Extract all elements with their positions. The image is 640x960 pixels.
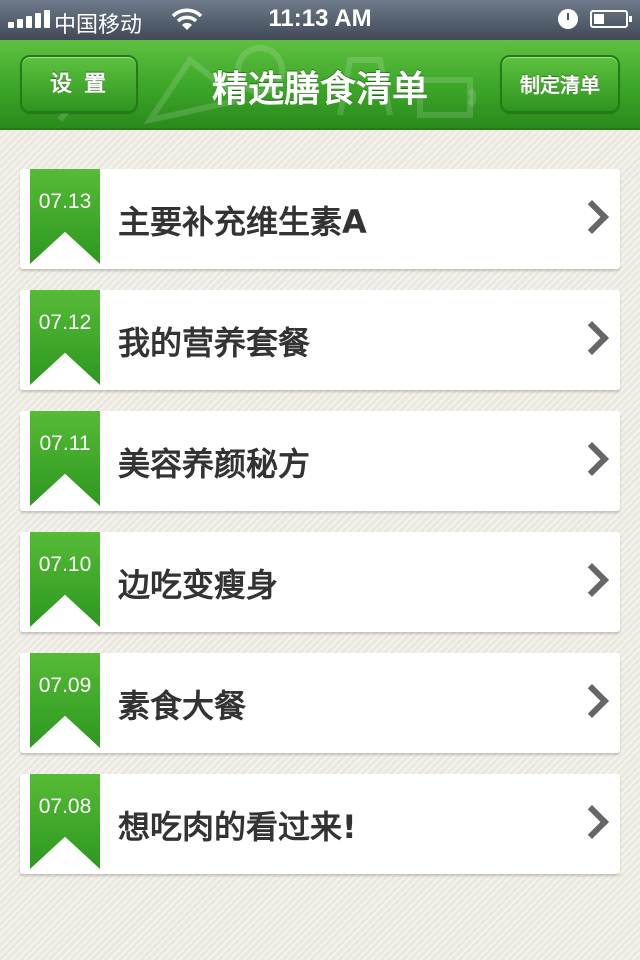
nav-bar: 设置 精选膳食清单 制定清单 — [0, 40, 640, 130]
chevron-right-icon — [575, 684, 609, 718]
chevron-right-icon — [575, 321, 609, 355]
chevron-right-icon — [575, 563, 609, 597]
date-ribbon — [30, 411, 100, 506]
battery-icon — [590, 10, 632, 28]
item-title: 主要补充维生素A — [118, 203, 367, 241]
settings-button[interactable]: 设置 — [20, 55, 138, 113]
item-date: 07.09 — [38, 674, 92, 697]
status-bar: 中国移动 11:13 AM — [0, 0, 640, 40]
chevron-right-icon — [575, 200, 609, 234]
item-date: 07.13 — [38, 190, 92, 213]
item-title: 边吃变瘦身 — [118, 566, 279, 604]
list-item[interactable]: 07.09 素食大餐 — [20, 653, 620, 753]
date-ribbon — [30, 169, 100, 264]
list-item[interactable]: 07.10 边吃变瘦身 — [20, 532, 620, 632]
item-title: 想吃肉的看过来! — [118, 808, 357, 846]
make-list-button[interactable]: 制定清单 — [500, 55, 620, 113]
alarm-icon — [558, 9, 578, 29]
page-title: 精选膳食清单 — [211, 69, 428, 110]
list-item[interactable]: 07.11 美容养颜秘方 — [20, 411, 620, 511]
chevron-right-icon — [575, 442, 609, 476]
item-title: 素食大餐 — [118, 687, 247, 725]
diet-list: 07.13 主要补充维生素A 07.12 我的营养套餐 07.11 美容养颜秘方… — [20, 169, 620, 895]
date-ribbon — [30, 290, 100, 385]
list-item[interactable]: 07.08 想吃肉的看过来! — [20, 774, 620, 874]
list-item[interactable]: 07.12 我的营养套餐 — [20, 290, 620, 390]
item-date: 07.11 — [39, 432, 91, 455]
date-ribbon — [30, 532, 100, 627]
item-title: 美容养颜秘方 — [118, 445, 311, 483]
item-date: 07.10 — [38, 553, 92, 576]
date-ribbon — [30, 653, 100, 748]
item-date: 07.08 — [38, 795, 92, 818]
item-title: 我的营养套餐 — [118, 324, 311, 362]
chevron-right-icon — [575, 805, 609, 839]
item-date: 07.12 — [38, 311, 92, 334]
status-time: 11:13 AM — [268, 5, 372, 32]
list-item[interactable]: 07.13 主要补充维生素A — [20, 169, 620, 269]
date-ribbon — [30, 774, 100, 869]
